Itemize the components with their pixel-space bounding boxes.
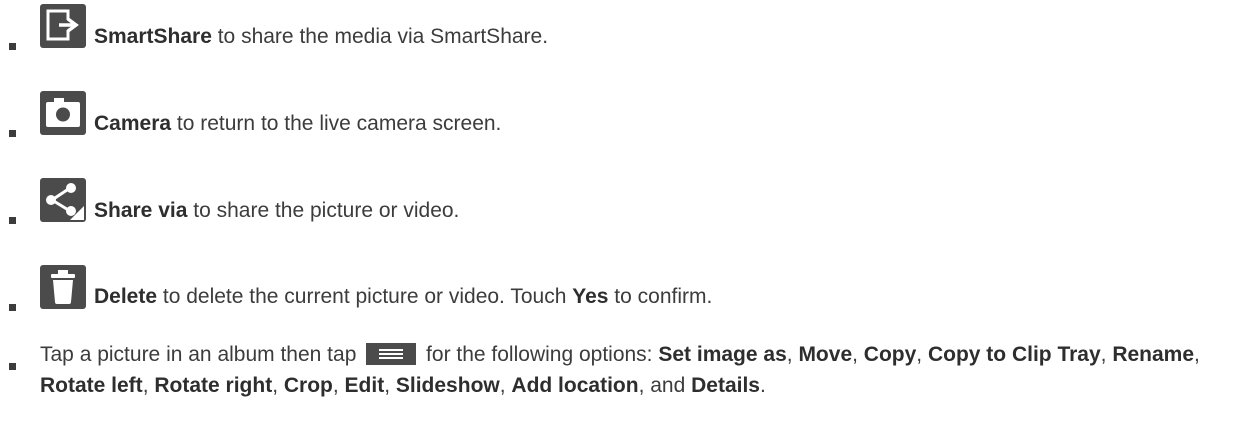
bullet [9, 363, 16, 370]
camera-icon [40, 91, 86, 135]
option-name: Set image as [658, 343, 787, 366]
item-text: Share via to share the picture or video. [94, 195, 459, 227]
list-item: SmartShare to share the media via SmartS… [0, 0, 1238, 60]
option-separator: , [852, 343, 864, 366]
option-name: Move [798, 343, 853, 366]
item-text: Camera to return to the live camera scre… [94, 108, 501, 140]
item-label: SmartShare [94, 25, 212, 48]
option-separator: , [142, 374, 155, 397]
option-name: Rotate right [154, 374, 273, 397]
delete-icon [40, 265, 86, 309]
bullet [9, 304, 16, 311]
option-name: Add location [511, 374, 639, 397]
option-name: Crop [283, 374, 333, 397]
option-name: Edit [344, 374, 385, 397]
option-separator: , [499, 374, 512, 397]
option-separator: . [760, 374, 766, 397]
option-name: Rename [1112, 343, 1195, 366]
list-item: Camera to return to the live camera scre… [0, 88, 1238, 148]
list-item: Tap a picture in an album then tap for t… [0, 330, 1238, 424]
item-bold-word: Yes [572, 285, 609, 308]
item-label: Delete [94, 285, 158, 308]
option-separator: , [786, 343, 799, 366]
option-name: Slideshow [395, 374, 500, 397]
item-desc: to delete the current picture or video. … [157, 285, 573, 308]
option-separator: , [332, 374, 345, 397]
option-separator: , [916, 343, 928, 366]
share-icon [40, 178, 86, 222]
smartshare-icon [40, 4, 86, 48]
option-separator: , [1100, 343, 1113, 366]
option-separator: , [1194, 343, 1200, 366]
item-text: SmartShare to share the media via SmartS… [94, 21, 548, 53]
menu-icon [366, 343, 417, 365]
option-name: Rotate left [40, 374, 143, 397]
tip-paragraph: Tap a picture in an album then tap for t… [40, 339, 1220, 401]
item-desc: to share the media via SmartShare. [211, 25, 549, 48]
tip-lead: Tap a picture in an album then tap [40, 343, 363, 366]
bullet [9, 130, 16, 137]
item-label: Camera [94, 112, 172, 135]
tip-after-icon: for the following options: [420, 343, 659, 366]
item-label: Share via [94, 199, 188, 222]
option-name: Copy to Clip Tray [927, 343, 1101, 366]
option-name: Copy [863, 343, 917, 366]
option-separator: , and [638, 374, 692, 397]
item-text: Delete to delete the current picture or … [94, 281, 712, 313]
item-desc: to share the picture or video. [187, 199, 460, 222]
list-item: Share via to share the picture or video. [0, 174, 1238, 234]
bullet [9, 43, 16, 50]
bullet [9, 217, 16, 224]
option-separator: , [384, 374, 396, 397]
item-desc-end: to confirm. [608, 285, 713, 308]
list-item: Delete to delete the current picture or … [0, 262, 1238, 322]
option-name: Details [691, 374, 760, 397]
option-separator: , [272, 374, 284, 397]
item-desc: to return to the live camera screen. [171, 112, 502, 135]
